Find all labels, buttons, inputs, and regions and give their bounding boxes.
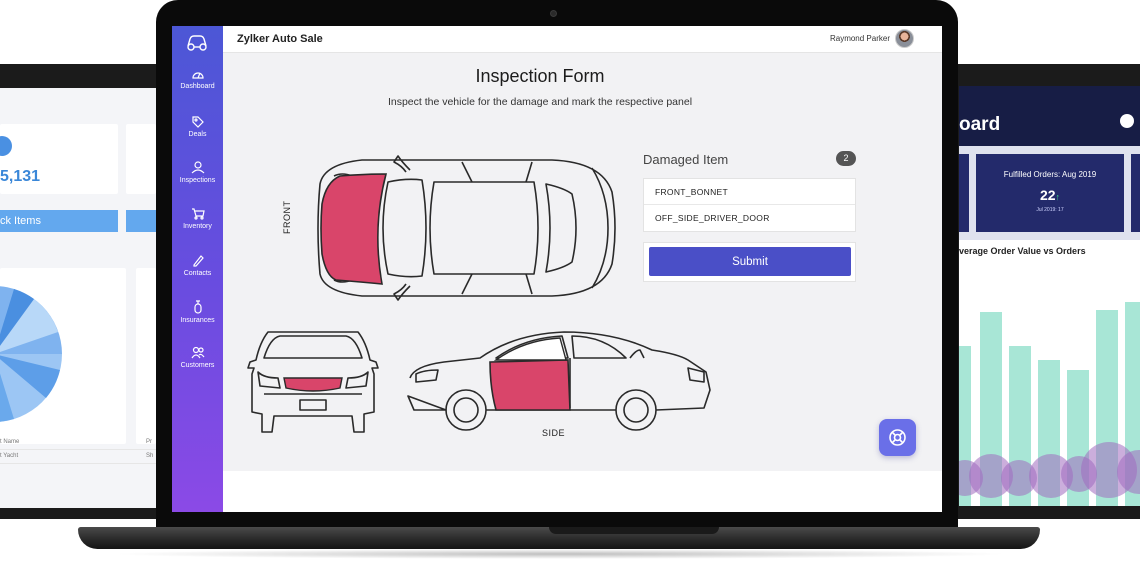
laptop-notch <box>549 527 719 534</box>
front-wheel-rim <box>453 397 479 423</box>
damaged-items-heading: Damaged Item <box>643 152 729 167</box>
right-kpi-card-partial-2 <box>1131 154 1140 232</box>
sidebar-item-customers[interactable]: Customers <box>172 346 223 369</box>
front-windshield[interactable] <box>263 335 363 359</box>
sidebar-item-label: Dashboard <box>180 83 215 90</box>
cart-icon <box>191 208 205 220</box>
kpi-sub: Jul 2019: 17 <box>1036 207 1064 213</box>
damaged-count-badge: 2 <box>836 151 856 166</box>
shield-icon <box>193 300 202 314</box>
rear-window[interactable] <box>545 183 577 273</box>
roof[interactable] <box>429 181 539 275</box>
kpi-value: 22↑ <box>1039 187 1061 203</box>
user-name[interactable]: Raymond Parker <box>830 34 890 43</box>
right-header: oard <box>959 86 1140 146</box>
sidebar-item-label: Inventory <box>183 223 212 230</box>
left-card-3 <box>136 268 156 444</box>
laptop-base <box>78 527 1040 549</box>
left-dashboard: 5,131 ck Items t Name Pr t Yacht Sh <box>0 88 156 508</box>
background-screen-right: oard Fulfilled Orders: Aug 2019 22↑ Jul … <box>955 64 1140 519</box>
license-plate <box>299 399 327 411</box>
mirror-right <box>393 283 411 301</box>
rear-wheel-rim <box>623 397 649 423</box>
front-bonnet-front-damaged[interactable] <box>283 377 343 392</box>
lifebuoy-icon <box>889 429 906 446</box>
tag-icon <box>191 116 204 128</box>
laptop-mockup-scene: 5,131 ck Items t Name Pr t Yacht Sh oard… <box>0 0 1140 576</box>
page-title: Inspection Form <box>475 66 605 86</box>
trunk-line[interactable] <box>591 167 609 289</box>
list-item[interactable]: OFF_SIDE_DRIVER_DOOR <box>644 205 855 231</box>
content-footer <box>223 471 942 512</box>
front-bonnet-panel-damaged[interactable] <box>320 173 388 285</box>
sidebar-item-label: Deals <box>188 131 207 138</box>
right-kpi-card: Fulfilled Orders: Aug 2019 22↑ Jul 2019:… <box>976 154 1124 232</box>
background-screen-left: 5,131 ck Items t Name Pr t Yacht Sh <box>0 64 170 519</box>
people-icon <box>191 346 204 359</box>
dashboard-icon <box>191 72 204 79</box>
sidebar-item-label: Insurances <box>180 317 215 324</box>
quarter-window <box>629 349 645 359</box>
sidebar-item-inspections[interactable]: Inspections <box>172 161 223 184</box>
sidebar-item-label: Inspections <box>179 177 216 184</box>
left-table-row: t Yacht Sh <box>0 450 156 464</box>
left-table: t Name Pr t Yacht Sh <box>0 436 156 464</box>
left-stat-bar: ck Items <box>0 210 118 232</box>
car-logo-icon[interactable] <box>184 31 210 53</box>
side-taillight <box>687 367 705 383</box>
right-chart-title: verage Order Value vs Orders <box>959 246 1086 256</box>
right-bar-bubble-chart <box>959 302 1140 506</box>
avatar[interactable] <box>895 29 914 48</box>
submit-button[interactable]: Submit <box>649 247 851 276</box>
left-stat-card-2 <box>126 124 156 194</box>
mirror-left <box>393 155 411 173</box>
sidebar-item-inventory[interactable]: Inventory <box>172 207 223 230</box>
front-wheel <box>445 389 487 431</box>
sidebar-item-label: Contacts <box>183 270 212 277</box>
trend-up-icon: ↑ <box>1055 192 1061 202</box>
vehicle-front-view <box>247 331 379 433</box>
sidebar-item-dashboard[interactable]: Dashboard <box>172 68 223 90</box>
damaged-items-list: FRONT_BONNET OFF_SIDE_DRIVER_DOOR <box>643 178 856 232</box>
left-table-row: t Name Pr <box>0 436 156 450</box>
right-kpi-card-partial <box>959 154 969 232</box>
app-screen: Dashboard Deals Inspections Inventory Co… <box>172 26 942 512</box>
page-subtitle: Inspect the vehicle for the damage and m… <box>387 96 693 108</box>
laptop-shadow <box>110 549 1010 559</box>
vehicle-top-view <box>317 155 616 301</box>
app-title: Zylker Auto Sale <box>237 33 323 45</box>
inspector-icon <box>191 161 204 174</box>
sidebar-item-label: Customers <box>180 362 215 369</box>
rear-wheel <box>615 389 657 431</box>
list-item[interactable]: FRONT_BONNET <box>644 179 855 205</box>
right-header-icon <box>1120 114 1134 128</box>
left-stat-value: 5,131 <box>0 168 41 185</box>
pen-icon <box>192 255 204 267</box>
sidebar-item-deals[interactable]: Deals <box>172 115 223 138</box>
front-label: FRONT <box>282 200 292 235</box>
left-stat-bar-2 <box>126 210 156 232</box>
kpi-label: Fulfilled Orders: Aug 2019 <box>1003 170 1097 179</box>
sidebar-item-insurances[interactable]: Insurances <box>172 300 223 324</box>
sidebar-item-contacts[interactable]: Contacts <box>172 254 223 277</box>
help-button[interactable] <box>879 419 916 456</box>
sidebar: Dashboard Deals Inspections Inventory Co… <box>172 26 223 512</box>
right-title: oard <box>959 114 1001 135</box>
vehicle-side-view <box>407 331 711 431</box>
top-bar: Zylker Auto Sale Raymond Parker <box>223 26 942 53</box>
left-pie-card <box>0 268 126 444</box>
camera <box>550 10 557 17</box>
left-pie-chart <box>0 286 62 422</box>
right-dashboard: oard Fulfilled Orders: Aug 2019 22↑ Jul … <box>959 86 1140 506</box>
rear-side-window[interactable] <box>571 335 627 359</box>
off-side-driver-door-damaged[interactable] <box>489 359 571 411</box>
windshield[interactable] <box>382 178 427 278</box>
side-label: SIDE <box>542 428 566 438</box>
side-headlight <box>415 369 439 383</box>
submit-container: Submit <box>643 242 856 282</box>
